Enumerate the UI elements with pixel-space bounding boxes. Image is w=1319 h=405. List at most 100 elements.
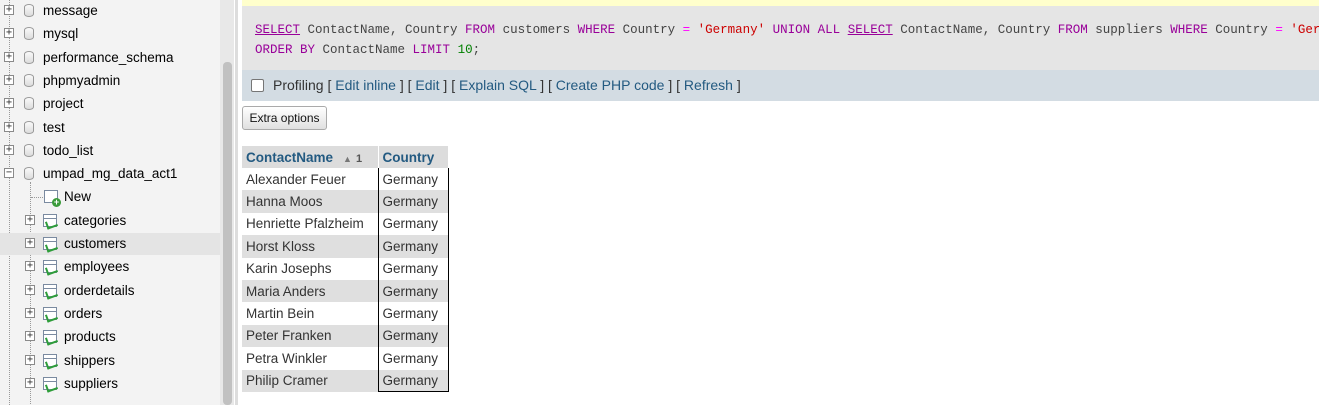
- expand-icon[interactable]: +: [25, 377, 35, 388]
- cell-contactname[interactable]: Martin Bein: [242, 302, 378, 325]
- table-row[interactable]: Petra Winkler Germany: [242, 347, 449, 370]
- expand-icon[interactable]: +: [25, 238, 35, 248]
- expand-icon[interactable]: +: [4, 28, 14, 39]
- cell-country[interactable]: Germany: [377, 279, 449, 303]
- cell-contactname[interactable]: Peter Franken: [242, 324, 378, 348]
- profiling-checkbox[interactable]: [251, 79, 264, 92]
- table-icon: [43, 213, 57, 227]
- database-icon: [24, 120, 34, 134]
- nav-table-products[interactable]: + products: [0, 326, 220, 348]
- table-row[interactable]: Martin Bein Germany: [242, 302, 449, 325]
- cell-contactname[interactable]: Horst Kloss: [242, 235, 378, 258]
- table-row[interactable]: Horst Kloss Germany: [242, 235, 449, 258]
- cell-contactname[interactable]: Maria Anders: [242, 279, 378, 303]
- nav-db-mysql[interactable]: + mysql: [0, 23, 220, 45]
- expand-icon[interactable]: +: [25, 307, 35, 318]
- edit-link[interactable]: Edit: [415, 77, 439, 93]
- table-row[interactable]: Hanna Moos Germany: [242, 190, 449, 213]
- extra-options-button[interactable]: Extra options: [242, 106, 327, 130]
- expand-icon[interactable]: +: [25, 261, 35, 272]
- cell-country[interactable]: Germany: [377, 369, 449, 393]
- cell-country[interactable]: Germany: [377, 347, 449, 370]
- expand-icon[interactable]: +: [4, 5, 14, 15]
- edit-inline-link[interactable]: Edit inline: [335, 77, 396, 93]
- expand-icon[interactable]: +: [4, 144, 14, 155]
- table-icon: [43, 376, 57, 390]
- sql-token: =: [1275, 23, 1283, 37]
- column-header-country[interactable]: Country: [378, 146, 448, 168]
- table-icon: [43, 260, 57, 274]
- expand-icon[interactable]: +: [25, 214, 35, 225]
- nav-table-suppliers[interactable]: + suppliers: [0, 373, 220, 395]
- cell-country[interactable]: Germany: [377, 190, 449, 213]
- collapse-icon[interactable]: −: [4, 168, 14, 179]
- nav-scrollbar-thumb[interactable]: [223, 62, 232, 405]
- nav-table-customers[interactable]: + customers: [0, 233, 220, 255]
- expand-icon[interactable]: +: [25, 354, 35, 365]
- table-row[interactable]: Karin Josephs Germany: [242, 257, 449, 280]
- expand-icon[interactable]: +: [4, 98, 14, 109]
- sql-query-box: SELECT ContactName, Country FROM custome…: [242, 0, 1319, 70]
- nav-db-phpmyadmin[interactable]: + phpmyadmin: [0, 70, 220, 92]
- table-row[interactable]: Alexander Feuer Germany: [242, 168, 449, 191]
- cell-country[interactable]: Germany: [377, 212, 449, 236]
- nav-table-label: shippers: [64, 352, 116, 368]
- database-icon: [24, 73, 34, 87]
- nav-table-employees[interactable]: + employees: [0, 256, 220, 278]
- expand-icon[interactable]: +: [4, 121, 14, 132]
- sql-token: Country: [615, 23, 683, 37]
- navigation-panel: + message + mysql + performance_schema + phpmya…: [0, 0, 220, 405]
- nav-db-label: test: [43, 119, 65, 135]
- expand-icon[interactable]: +: [25, 284, 35, 295]
- table-icon: [43, 283, 57, 297]
- table-row[interactable]: Maria Anders Germany: [242, 279, 449, 303]
- cell-contactname[interactable]: Karin Josephs: [242, 257, 378, 280]
- explain-sql-link[interactable]: Explain SQL: [459, 77, 536, 93]
- nav-table-shippers[interactable]: + shippers: [0, 350, 220, 372]
- nav-db-todo-list[interactable]: + todo_list: [0, 140, 220, 162]
- database-icon: [24, 50, 34, 64]
- table-row[interactable]: Henriette Pfalzheim Germany: [242, 212, 449, 236]
- nav-table-orderdetails[interactable]: + orderdetails: [0, 280, 220, 302]
- table-row[interactable]: Philip Cramer Germany: [242, 369, 449, 393]
- cell-contactname[interactable]: Philip Cramer: [242, 369, 378, 392]
- nav-table-orders[interactable]: + orders: [0, 303, 220, 325]
- refresh-link[interactable]: Refresh: [684, 77, 733, 93]
- nav-table-categories[interactable]: + categories: [0, 210, 220, 232]
- nav-db-umpad-mg-data-act1[interactable]: − umpad_mg_data_act1: [0, 163, 220, 185]
- sql-token: SELECT: [847, 23, 893, 37]
- cell-contactname[interactable]: Alexander Feuer: [242, 168, 378, 191]
- table-icon: [43, 330, 57, 344]
- nav-table-label: suppliers: [64, 375, 119, 391]
- cell-country[interactable]: Germany: [377, 302, 449, 325]
- cell-contactname[interactable]: Petra Winkler: [242, 347, 378, 370]
- expand-icon[interactable]: +: [25, 331, 35, 342]
- expand-icon[interactable]: +: [4, 74, 14, 85]
- profiling-label: Profiling: [273, 77, 324, 93]
- nav-db-performance-schema[interactable]: + performance_schema: [0, 47, 220, 69]
- cell-country[interactable]: Germany: [377, 168, 449, 191]
- cell-country[interactable]: Germany: [377, 257, 449, 280]
- database-icon: [24, 4, 34, 17]
- table-row[interactable]: Peter Franken Germany: [242, 324, 449, 348]
- nav-db-test[interactable]: + test: [0, 117, 220, 139]
- column-header-contactname[interactable]: ContactName ▲ 1: [242, 146, 379, 168]
- query-toolbar-links: Profiling [ Edit inline ] [ Edit ] [ Exp…: [273, 77, 741, 93]
- cell-contactname[interactable]: Henriette Pfalzheim: [242, 212, 378, 236]
- nav-db-message[interactable]: + message: [0, 0, 220, 22]
- nav-table-label: orders: [64, 305, 103, 321]
- results-table: ContactName ▲ 1 Country Alexander Feuer Ger…: [242, 146, 449, 393]
- sql-token: =: [682, 23, 691, 37]
- expand-icon[interactable]: +: [4, 51, 14, 62]
- nav-new-table[interactable]: New: [0, 186, 220, 208]
- database-icon: [24, 97, 34, 111]
- sql-token: ;: [472, 43, 481, 57]
- cell-country[interactable]: Germany: [377, 324, 449, 348]
- create-php-code-link[interactable]: Create PHP code: [556, 77, 665, 93]
- panel-divider[interactable]: [235, 0, 238, 405]
- sql-token: ContactName, Country: [300, 23, 466, 37]
- cell-contactname[interactable]: Hanna Moos: [242, 190, 378, 213]
- nav-db-project[interactable]: + project: [0, 93, 220, 115]
- cell-country[interactable]: Germany: [377, 235, 449, 258]
